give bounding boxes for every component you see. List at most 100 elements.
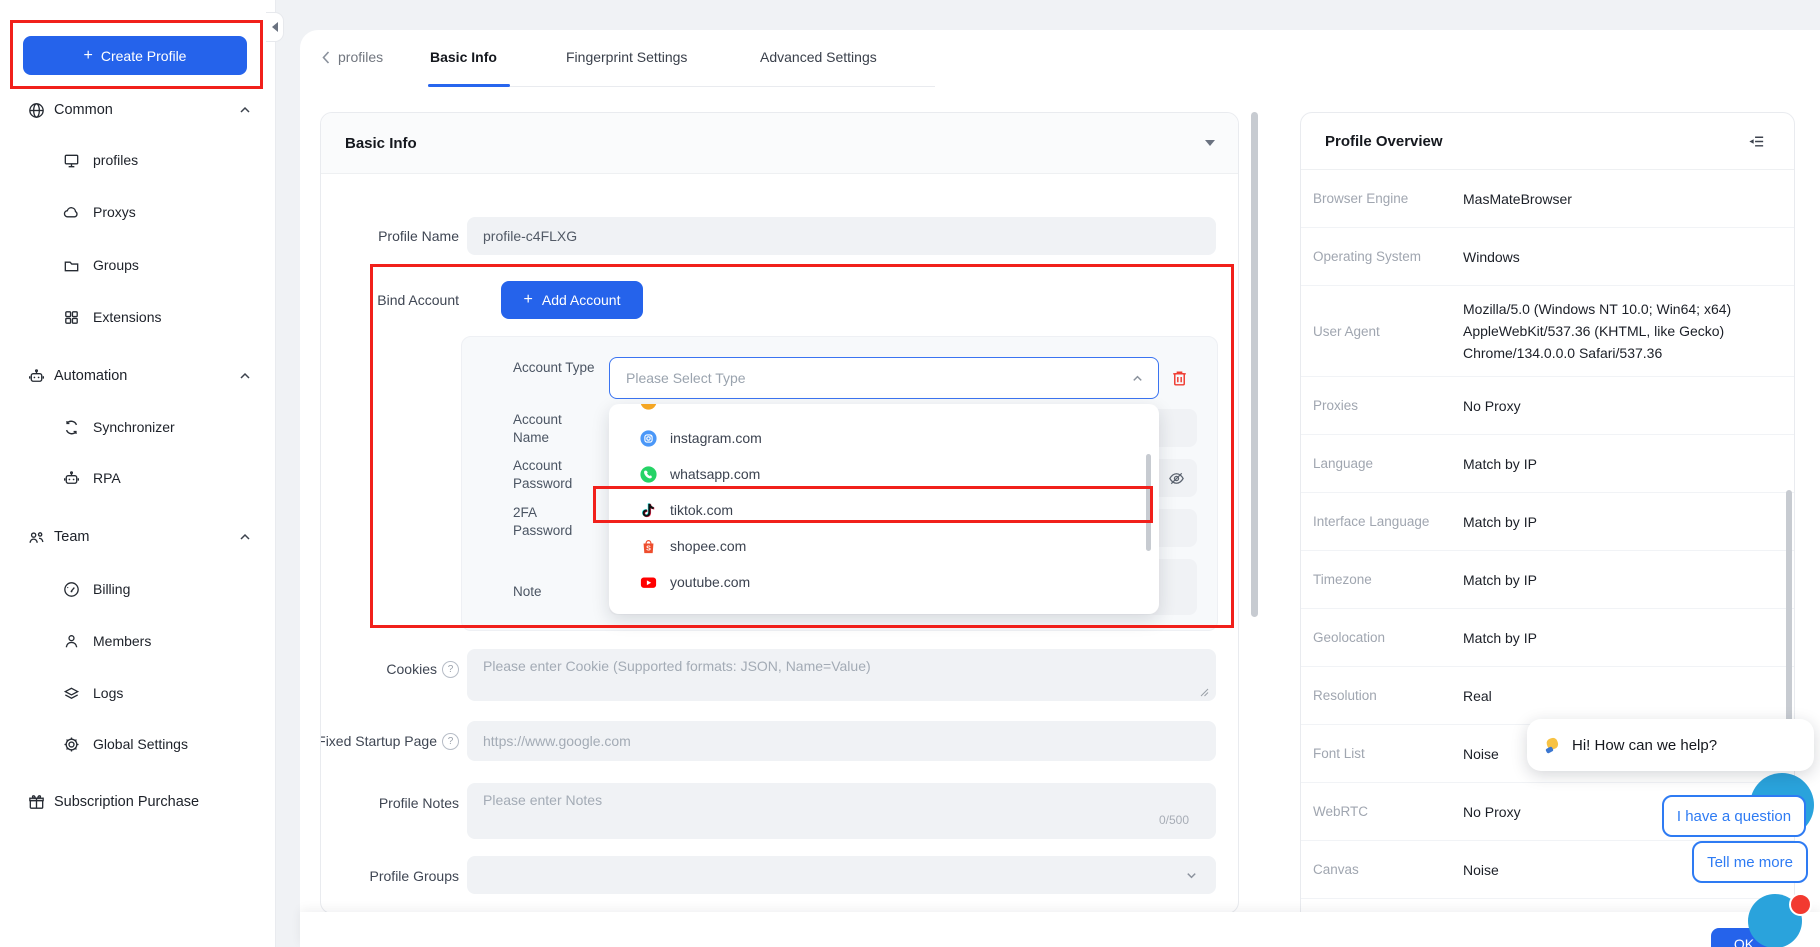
sidebar-item-label: profiles — [93, 152, 138, 168]
sidebar-item-subscription-purchase[interactable]: Subscription Purchase — [0, 787, 275, 817]
sidebar-item-label: Global Settings — [93, 736, 188, 752]
sidebar-item-global-settings[interactable]: Global Settings — [0, 729, 275, 759]
dropdown-option-instagram[interactable]: instagram.com — [609, 420, 1159, 456]
resize-handle-icon[interactable] — [1199, 687, 1209, 697]
chevron-up-icon — [239, 370, 251, 382]
account-type-input[interactable] — [610, 370, 1131, 386]
create-profile-button[interactable]: + Create Profile — [23, 36, 247, 75]
add-account-label: Add Account — [542, 292, 621, 308]
sidebar-item-proxys[interactable]: Proxys — [0, 197, 275, 227]
layers-icon — [62, 684, 81, 703]
overview-row: Operating SystemWindows — [1301, 228, 1794, 286]
chat-quick-reply-question[interactable]: I have a question — [1662, 795, 1806, 837]
main-scrollbar[interactable] — [1251, 112, 1258, 617]
sidebar-item-members[interactable]: Members — [0, 626, 275, 656]
sidebar-item-label: Groups — [93, 257, 139, 273]
cookies-label: Cookies ? — [321, 651, 459, 687]
sidebar-item-label: Synchronizer — [93, 419, 175, 435]
fixed-startup-page-input[interactable] — [467, 721, 1216, 761]
sidebar-item-label: Extensions — [93, 309, 161, 325]
sidebar-item-groups[interactable]: Groups — [0, 250, 275, 280]
dropdown-option-shopee[interactable]: S shopee.com — [609, 528, 1159, 564]
overview-row: ProxiesNo Proxy — [1301, 377, 1794, 435]
monitor-icon — [62, 151, 81, 170]
dropdown-option-label: instagram.com — [670, 430, 762, 446]
team-icon — [27, 528, 46, 547]
collapse-section-icon[interactable] — [1205, 140, 1215, 146]
account-type-select[interactable] — [609, 357, 1159, 399]
overview-row: TimezoneMatch by IP — [1301, 551, 1794, 609]
sidebar-item-label: Members — [93, 633, 151, 649]
sidebar: + Create Profile Common profiles Proxys — [0, 0, 276, 947]
robot-icon — [27, 367, 46, 386]
chevron-up-icon — [239, 531, 251, 543]
sidebar-section-common[interactable]: Common — [0, 95, 275, 125]
sidebar-section-automation[interactable]: Automation — [0, 361, 275, 391]
grid-icon — [62, 308, 81, 327]
sidebar-item-rpa[interactable]: RPA — [0, 463, 275, 493]
sidebar-item-label: Billing — [93, 581, 130, 597]
profile-notes-label: Profile Notes — [321, 785, 459, 821]
back-link-label: profiles — [338, 49, 383, 65]
shopee-icon: S — [639, 537, 658, 556]
collapse-panel-icon[interactable] — [1747, 132, 1766, 151]
instagram-icon — [639, 429, 658, 448]
person-icon — [62, 632, 81, 651]
tab-advanced-settings[interactable]: Advanced Settings — [760, 49, 877, 65]
dialog-footer: OK — [300, 912, 1820, 947]
sidebar-collapse-toggle[interactable] — [266, 12, 284, 42]
whatsapp-icon — [639, 465, 658, 484]
chat-greeting-text: Hi! How can we help? — [1572, 737, 1717, 754]
back-to-profiles[interactable]: profiles — [322, 41, 383, 73]
sync-icon — [62, 418, 81, 437]
overview-row: ResolutionReal — [1301, 667, 1794, 725]
help-icon[interactable]: ? — [442, 661, 459, 678]
chat-quick-reply-tell-me-more[interactable]: Tell me more — [1692, 841, 1808, 883]
chevron-up-icon — [1131, 372, 1144, 385]
note-label: Note — [513, 583, 599, 601]
basic-info-header[interactable]: Basic Info — [321, 113, 1238, 174]
sidebar-item-label: Subscription Purchase — [54, 794, 199, 810]
tab-basic-info[interactable]: Basic Info — [430, 49, 497, 65]
dropdown-option-tiktok[interactable]: tiktok.com — [609, 492, 1159, 528]
dropdown-scrollbar[interactable] — [1146, 454, 1151, 551]
trash-icon[interactable] — [1169, 367, 1190, 389]
chat-greeting-bubble[interactable]: Hi! How can we help? — [1527, 719, 1814, 771]
sidebar-section-label: Automation — [54, 368, 127, 384]
sidebar-item-profiles[interactable]: profiles — [0, 145, 275, 175]
tab-fingerprint-settings[interactable]: Fingerprint Settings — [566, 49, 687, 65]
dropdown-option-label: tiktok.com — [670, 502, 733, 518]
sidebar-item-logs[interactable]: Logs — [0, 678, 275, 708]
account-name-label: Account Name — [513, 411, 599, 447]
basic-info-title: Basic Info — [345, 113, 417, 173]
fixed-startup-page-label: Fixed Startup Page ? — [321, 723, 459, 759]
profile-name-label: Profile Name — [321, 217, 459, 255]
dropdown-option-youtube[interactable]: youtube.com — [609, 564, 1159, 600]
plus-icon: + — [84, 47, 93, 65]
profile-groups-label: Profile Groups — [321, 858, 459, 894]
profile-name-input[interactable] — [467, 217, 1216, 255]
waving-hand-icon — [1543, 735, 1563, 755]
profile-notes-textarea[interactable] — [467, 783, 1216, 839]
billing-gauge-icon — [62, 580, 81, 599]
sidebar-item-extensions[interactable]: Extensions — [0, 302, 275, 332]
account-password-label: Account Password — [513, 457, 599, 493]
dropdown-option-whatsapp[interactable]: whatsapp.com — [609, 456, 1159, 492]
chevron-down-icon — [1185, 869, 1198, 882]
cookies-textarea[interactable] — [467, 649, 1216, 701]
eye-off-icon[interactable] — [1167, 469, 1186, 488]
sidebar-section-team[interactable]: Team — [0, 522, 275, 552]
active-tab-underline — [428, 84, 510, 87]
dropdown-option-label: youtube.com — [670, 574, 750, 590]
help-icon[interactable]: ? — [442, 733, 459, 750]
svg-text:S: S — [646, 544, 651, 552]
notes-char-counter: 0/500 — [1159, 813, 1189, 827]
gift-icon — [27, 793, 46, 812]
sidebar-item-billing[interactable]: Billing — [0, 574, 275, 604]
sidebar-item-synchronizer[interactable]: Synchronizer — [0, 412, 275, 442]
profile-groups-select[interactable] — [467, 856, 1216, 894]
profile-overview-title: Profile Overview — [1325, 113, 1443, 169]
add-account-button[interactable]: + Add Account — [501, 281, 643, 319]
twofa-password-label: 2FA Password — [513, 504, 599, 540]
account-type-dropdown: instagram.com whatsapp.com tiktok.com — [609, 404, 1159, 614]
